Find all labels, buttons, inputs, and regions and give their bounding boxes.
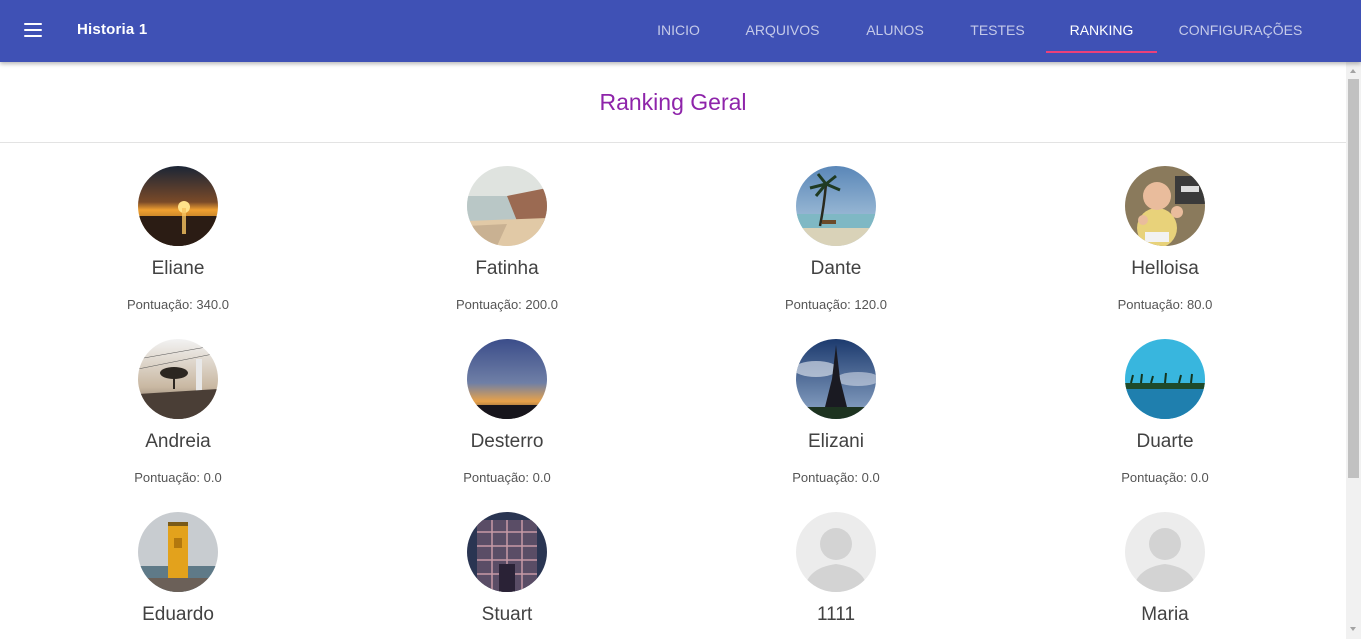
promenade-photo <box>138 339 218 419</box>
coast-cliff-photo <box>467 166 547 246</box>
student-score: Pontuação: 200.0 <box>407 297 607 312</box>
dusk-horizon-photo <box>467 339 547 419</box>
scroll-up-arrow-icon[interactable] <box>1346 64 1361 79</box>
score-value: 340.0 <box>196 297 229 312</box>
tab-testes[interactable]: TESTES <box>960 0 1035 62</box>
tab-configuracoes[interactable]: CONFIGURAÇÕES <box>1168 0 1313 62</box>
student-score: Pontuação: 120.0 <box>736 297 936 312</box>
student-name: Andreia <box>145 431 211 452</box>
building-facade-photo <box>467 512 547 592</box>
scrollbar-thumb[interactable] <box>1348 79 1359 478</box>
student-name: Duarte <box>1136 431 1194 452</box>
student-name: 1111 <box>816 604 856 625</box>
student-score: Pontuação: 80.0 <box>1065 297 1265 312</box>
palm-beach-photo <box>796 166 876 246</box>
title-divider <box>0 142 1346 143</box>
student-score: Pontuação: 0.0 <box>1065 470 1265 485</box>
student-score: Pontuação: 0.0 <box>736 470 936 485</box>
student-score: Pontuação: 340.0 <box>78 297 278 312</box>
scroll-down-arrow-icon[interactable] <box>1346 622 1361 637</box>
score-value: 0.0 <box>861 470 880 485</box>
lighthouse-photo <box>138 512 218 592</box>
student-name: Fatinha <box>475 258 539 279</box>
app-bar: Historia 1 INICIO ARQUIVOS ALUNOS TESTES… <box>0 0 1361 62</box>
app-title: Historia 1 <box>77 21 148 38</box>
score-value: 80.0 <box>1187 297 1213 312</box>
default-user-icon <box>1125 512 1205 592</box>
vertical-scrollbar[interactable] <box>1346 62 1361 639</box>
student-name: Desterro <box>470 431 544 452</box>
baby-photo <box>1125 166 1205 246</box>
score-label: Pontuação: <box>127 297 193 312</box>
score-label: Pontuação: <box>134 470 201 485</box>
score-label: Pontuação: <box>1117 297 1184 312</box>
student-name: Eliane <box>151 258 205 279</box>
student-score: Pontuação: 0.0 <box>78 470 278 485</box>
student-name: Elizani <box>808 431 864 452</box>
student-name: Eduardo <box>142 604 214 625</box>
score-value: 120.0 <box>854 297 887 312</box>
student-name: Dante <box>810 258 862 279</box>
ranking-content: Ranking Geral Eliane Pontuação: 340.0 Fa… <box>0 62 1346 639</box>
score-label: Pontuação: <box>1121 470 1188 485</box>
score-value: 0.0 <box>1190 470 1209 485</box>
tropical-island-photo <box>1125 339 1205 419</box>
student-score: Pontuação: 0.0 <box>407 470 607 485</box>
tab-inicio[interactable]: INICIO <box>646 0 711 62</box>
score-value: 0.0 <box>532 470 551 485</box>
score-value: 0.0 <box>203 470 222 485</box>
hamburger-menu-icon[interactable] <box>18 19 48 43</box>
score-label: Pontuação: <box>785 297 851 312</box>
student-name: Helloisa <box>1131 258 1199 279</box>
active-tab-indicator <box>1046 51 1157 53</box>
page-title: Ranking Geral <box>599 89 747 115</box>
tab-arquivos[interactable]: ARQUIVOS <box>735 0 830 62</box>
sunset-sea-photo <box>138 166 218 246</box>
score-label: Pontuação: <box>456 297 522 312</box>
score-label: Pontuação: <box>463 470 530 485</box>
student-name: Maria <box>1141 604 1189 625</box>
student-name: Stuart <box>481 604 533 625</box>
score-label: Pontuação: <box>792 470 859 485</box>
eiffel-tower-photo <box>796 339 876 419</box>
score-value: 200.0 <box>525 297 558 312</box>
tab-alunos[interactable]: ALUNOS <box>855 0 935 62</box>
default-user-icon <box>796 512 876 592</box>
